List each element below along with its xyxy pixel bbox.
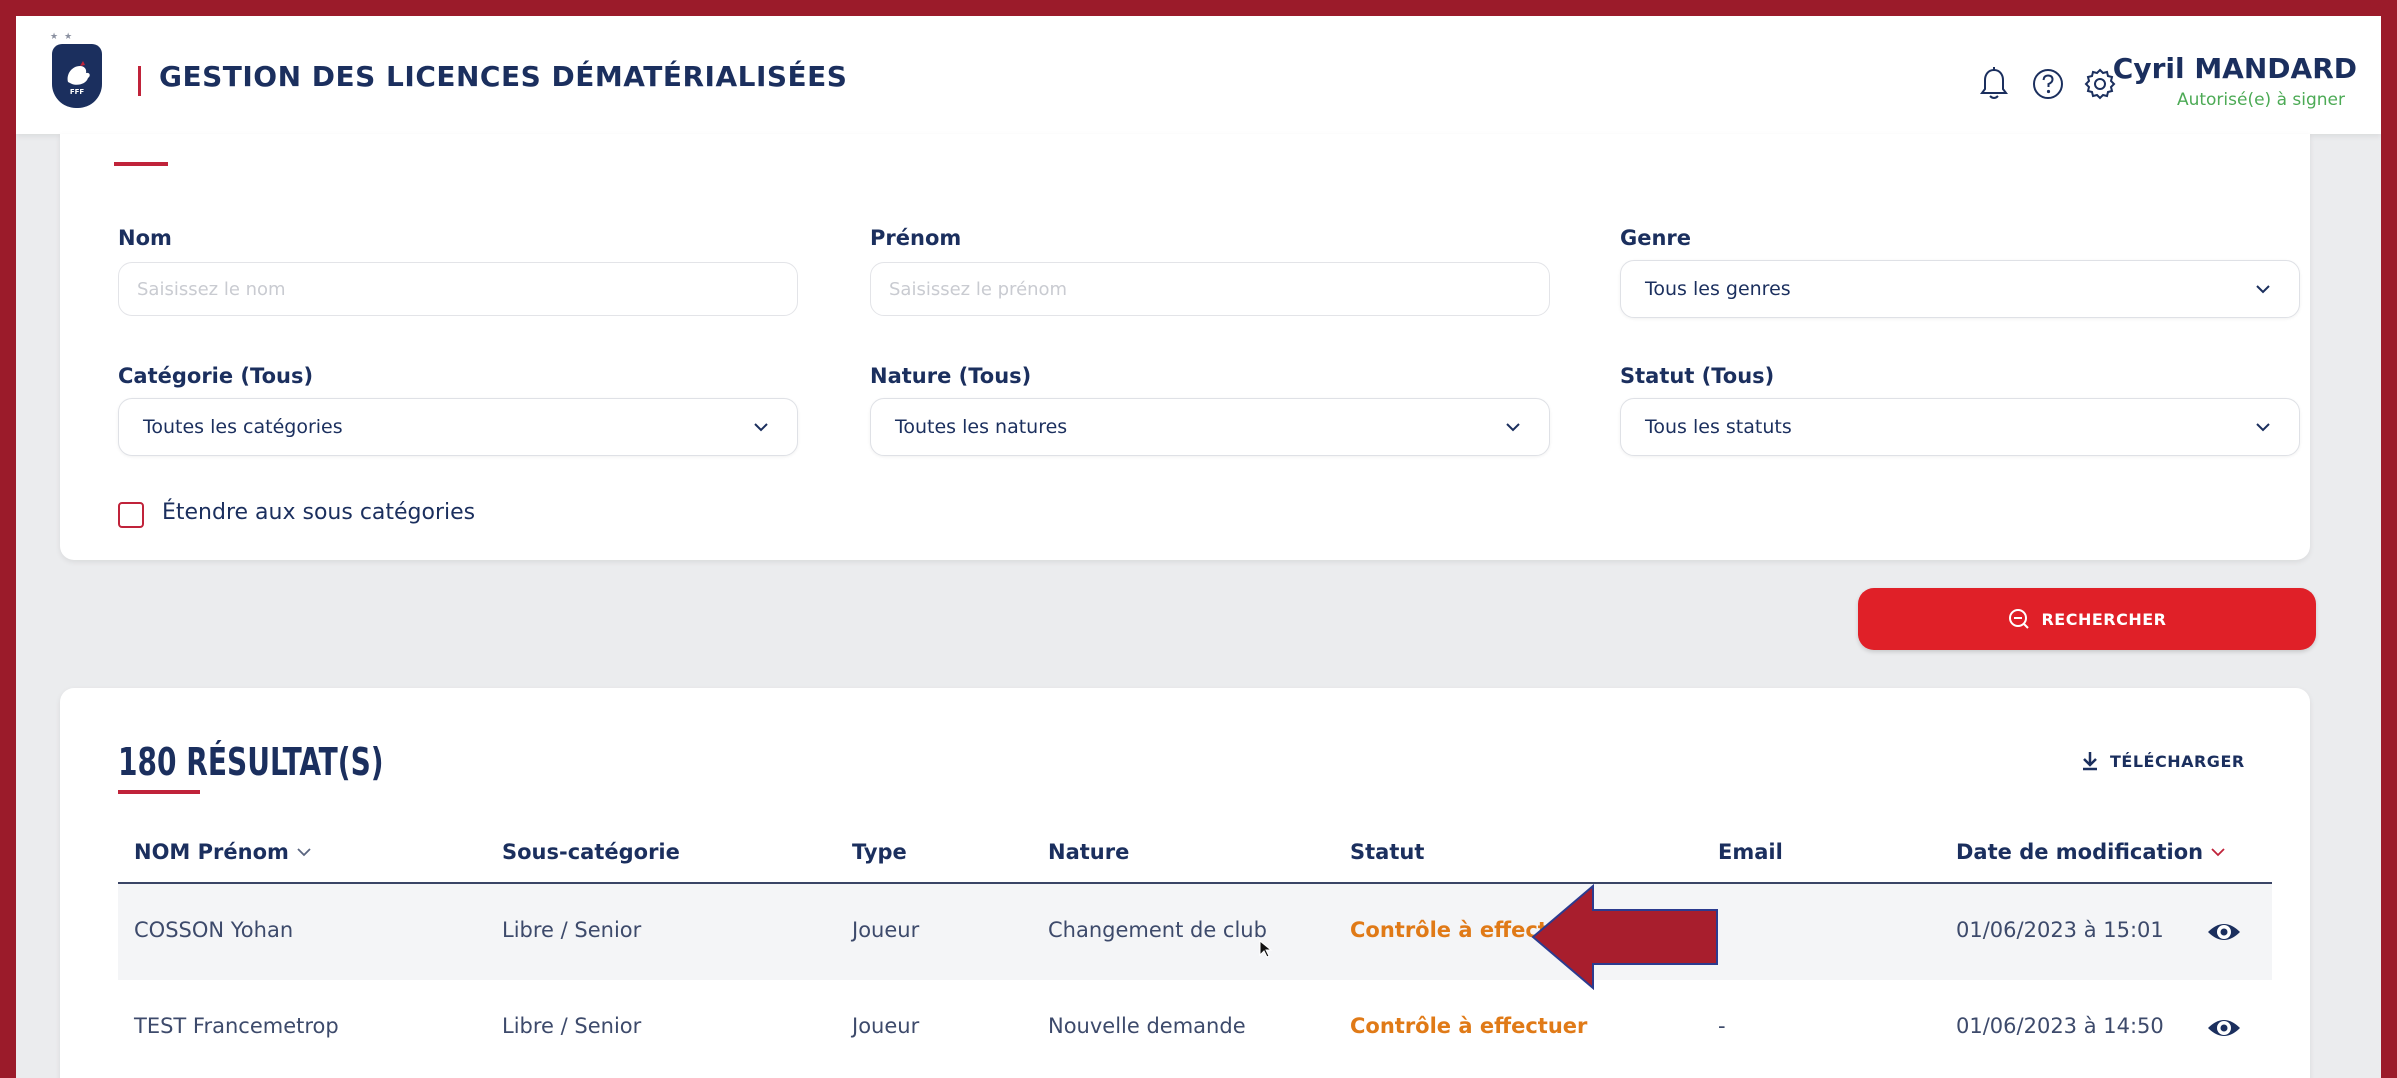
cell-name: TEST Francemetrop bbox=[134, 1014, 339, 1038]
categorie-select-value: Toutes les catégories bbox=[143, 416, 343, 438]
table-row[interactable]: COSSON Yohan Libre / Senior Joueur Chang… bbox=[118, 884, 2272, 980]
cell-subcategory: Libre / Senior bbox=[502, 918, 642, 942]
title-separator bbox=[138, 66, 141, 96]
col-header-date-label: Date de modification bbox=[1956, 840, 2204, 864]
download-icon bbox=[2083, 752, 2097, 771]
table-row[interactable]: TEST Francemetrop Libre / Senior Joueur … bbox=[118, 980, 2272, 1076]
col-header-status: Statut bbox=[1350, 840, 1425, 864]
extend-subcategories-checkbox[interactable] bbox=[118, 502, 144, 528]
cell-type: Joueur bbox=[852, 1014, 920, 1038]
statut-select-value: Tous les statuts bbox=[1645, 416, 1792, 438]
filter-card: Nom Saisissez le nom Prénom Saisissez le… bbox=[60, 134, 2310, 560]
logo-stars: ★★ bbox=[50, 32, 79, 42]
cell-date: 01/06/2023 à 14:50 bbox=[1956, 1014, 2164, 1038]
view-eye-icon[interactable] bbox=[2206, 914, 2242, 950]
app-frame: ★★ FFF GESTION DES LICENCES DÉMATÉRIALIS… bbox=[16, 16, 2381, 1078]
col-header-nature: Nature bbox=[1048, 840, 1130, 864]
results-count-title: 180 RÉSULTAT(S) bbox=[118, 740, 384, 784]
cell-nature: Nouvelle demande bbox=[1048, 1014, 1246, 1038]
table-header: NOM Prénom Sous-catégorie Type Nature St… bbox=[118, 828, 2272, 884]
mouse-cursor-icon bbox=[1259, 940, 1273, 958]
col-header-name-label: NOM Prénom bbox=[134, 840, 289, 864]
results-table: NOM Prénom Sous-catégorie Type Nature St… bbox=[118, 828, 2272, 1076]
fff-logo[interactable]: FFF bbox=[52, 44, 102, 108]
nom-label: Nom bbox=[118, 226, 172, 250]
rooster-icon: FFF bbox=[67, 61, 90, 96]
logo-text: FFF bbox=[70, 88, 85, 96]
search-button-label: RECHERCHER bbox=[2041, 609, 2167, 629]
results-accent-line bbox=[118, 790, 200, 794]
user-name[interactable]: Cyril MANDARD bbox=[2113, 52, 2357, 85]
statut-select[interactable]: Tous les statuts bbox=[1620, 398, 2300, 456]
cell-nature: Changement de club bbox=[1048, 918, 1267, 942]
nature-select[interactable]: Toutes les natures bbox=[870, 398, 1550, 456]
cell-subcategory: Libre / Senior bbox=[502, 1014, 642, 1038]
download-button[interactable]: TÉLÉCHARGER bbox=[2080, 750, 2245, 772]
app-title: GESTION DES LICENCES DÉMATÉRIALISÉES bbox=[159, 60, 848, 93]
col-header-date[interactable]: Date de modification bbox=[1956, 840, 2225, 864]
cell-email: - bbox=[1718, 1014, 1726, 1038]
prenom-label: Prénom bbox=[870, 226, 962, 250]
cell-status: Contrôle à effectuer bbox=[1350, 1014, 1588, 1038]
categorie-select[interactable]: Toutes les catégories bbox=[118, 398, 798, 456]
cell-name: COSSON Yohan bbox=[134, 918, 294, 942]
chevron-down-icon bbox=[1505, 421, 1525, 433]
download-button-label: TÉLÉCHARGER bbox=[2110, 751, 2245, 771]
bell-icon[interactable] bbox=[1974, 64, 2014, 104]
nature-label: Nature (Tous) bbox=[870, 364, 1032, 388]
sort-chevron-icon bbox=[297, 847, 311, 856]
genre-label: Genre bbox=[1620, 226, 1692, 250]
help-icon[interactable] bbox=[2028, 64, 2068, 104]
col-header-type: Type bbox=[852, 840, 907, 864]
search-button[interactable]: RECHERCHER bbox=[1858, 588, 2316, 650]
cell-type: Joueur bbox=[852, 918, 920, 942]
col-header-email: Email bbox=[1718, 840, 1783, 864]
sort-chevron-icon bbox=[2211, 847, 2225, 856]
annotation-arrow-icon bbox=[1531, 884, 1718, 990]
categorie-label: Catégorie (Tous) bbox=[118, 364, 314, 388]
genre-select-value: Tous les genres bbox=[1645, 278, 1791, 300]
top-bar: ★★ FFF GESTION DES LICENCES DÉMATÉRIALIS… bbox=[16, 16, 2381, 134]
cell-date: 01/06/2023 à 15:01 bbox=[1956, 918, 2164, 942]
user-role: Autorisé(e) à signer bbox=[2176, 90, 2345, 110]
filter-accent-line bbox=[114, 162, 168, 166]
chevron-down-icon bbox=[753, 421, 773, 433]
search-icon bbox=[2009, 609, 2030, 629]
nom-input[interactable]: Saisissez le nom bbox=[118, 262, 798, 316]
results-card: 180 RÉSULTAT(S) TÉLÉCHARGER NOM Prénom S… bbox=[60, 688, 2310, 1078]
chevron-down-icon bbox=[2255, 283, 2275, 295]
genre-select[interactable]: Tous les genres bbox=[1620, 260, 2300, 318]
col-header-name[interactable]: NOM Prénom bbox=[134, 840, 311, 864]
nature-select-value: Toutes les natures bbox=[895, 416, 1068, 438]
prenom-input[interactable]: Saisissez le prénom bbox=[870, 262, 1550, 316]
view-eye-icon[interactable] bbox=[2206, 1010, 2242, 1046]
extend-subcategories-label[interactable]: Étendre aux sous catégories bbox=[162, 500, 475, 525]
col-header-subcategory: Sous-catégorie bbox=[502, 840, 680, 864]
statut-label: Statut (Tous) bbox=[1620, 364, 1775, 388]
chevron-down-icon bbox=[2255, 421, 2275, 433]
